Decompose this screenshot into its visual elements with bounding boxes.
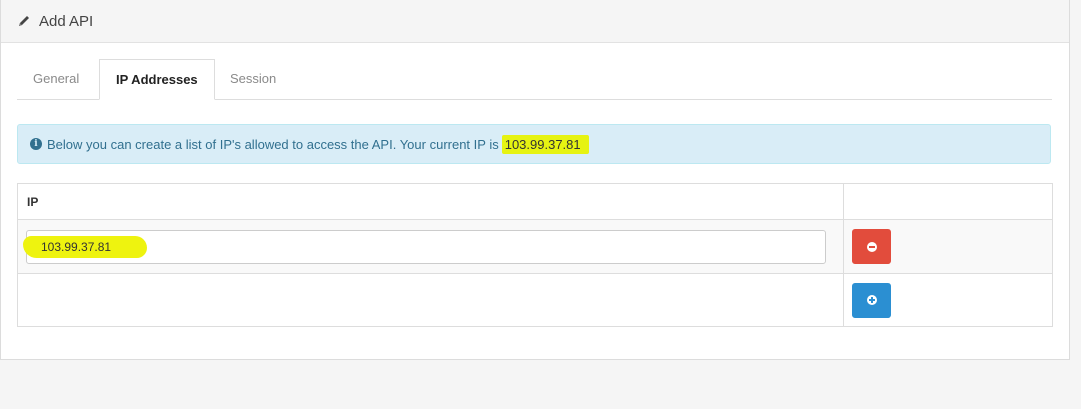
ip-address-input[interactable]: 103.99.37.81	[23, 229, 826, 264]
minus-circle-icon	[866, 241, 877, 252]
info-alert: i Below you can create a list of IP's al…	[17, 124, 1051, 164]
table-row: 103.99.37.81	[17, 219, 1053, 274]
column-header-ip: IP	[17, 183, 844, 220]
add-ip-button[interactable]	[852, 282, 891, 318]
table-header-row: IP	[17, 183, 1053, 220]
panel-title: Add API	[39, 12, 94, 30]
table-row	[17, 273, 1053, 327]
action-cell	[843, 273, 1053, 327]
tab-bar: General IP Addresses Session	[17, 59, 1052, 100]
ip-address-value: 103.99.37.81	[41, 239, 112, 254]
plus-circle-icon	[866, 295, 877, 305]
add-api-panel: Add API General IP Addresses Session i B…	[0, 0, 1070, 360]
tab-session[interactable]: Session	[214, 59, 292, 98]
ip-table: IP 103.99.37.81	[17, 183, 1053, 327]
current-ip: 103.99.37.81	[501, 134, 589, 154]
empty-cell	[17, 273, 844, 327]
alert-text: Below you can create a list of IP's allo…	[47, 136, 499, 152]
info-circle-icon: i	[30, 138, 42, 150]
tab-general[interactable]: General	[17, 59, 95, 98]
tab-ip-addresses[interactable]: IP Addresses	[99, 59, 215, 100]
ip-cell: 103.99.37.81	[17, 219, 844, 274]
panel-heading: Add API	[1, 0, 1069, 43]
action-cell	[843, 219, 1053, 274]
remove-ip-button[interactable]	[852, 229, 891, 264]
column-header-actions	[843, 183, 1053, 220]
pencil-icon	[17, 14, 31, 28]
